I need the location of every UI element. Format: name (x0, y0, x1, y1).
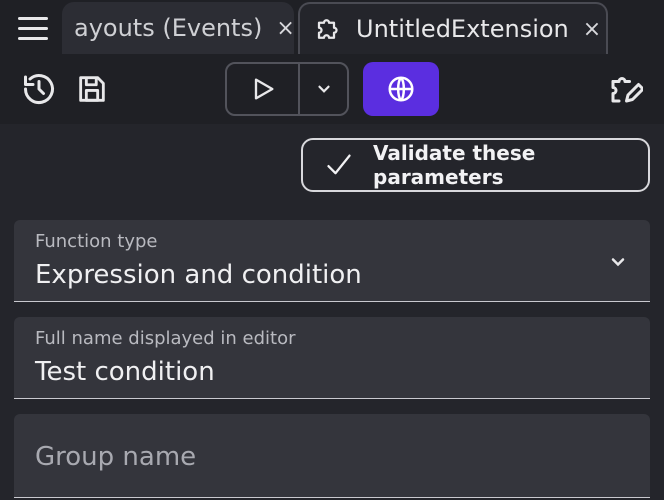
function-type-select[interactable]: Function type Expression and condition (14, 220, 650, 302)
close-icon[interactable]: × (276, 16, 294, 41)
app-root: ayouts (Events) × UntitledExtension × Va… (0, 0, 664, 500)
tab-label: ayouts (Events) (74, 14, 263, 42)
tab-bar: ayouts (Events) × UntitledExtension × (0, 0, 664, 54)
run-button-group (225, 62, 349, 116)
full-name-label: Full name displayed in editor (35, 328, 296, 349)
edit-icon[interactable] (606, 70, 644, 108)
check-icon (325, 151, 353, 179)
hamburger-menu-icon[interactable] (18, 10, 60, 46)
tab-label: UntitledExtension (356, 15, 569, 43)
close-icon[interactable]: × (583, 17, 601, 42)
save-icon[interactable] (73, 70, 111, 108)
play-dropdown-button[interactable] (300, 64, 347, 114)
network-preview-button[interactable] (363, 62, 439, 116)
puzzle-piece-icon (314, 14, 344, 44)
play-icon (254, 78, 273, 100)
toolbar (0, 54, 664, 124)
history-icon[interactable] (20, 70, 58, 108)
tab-layouts-events[interactable]: ayouts (Events) × (62, 2, 294, 54)
validate-parameters-button[interactable]: Validate these parameters (301, 138, 650, 192)
group-name-placeholder: Group name (35, 442, 197, 472)
chevron-down-icon (317, 85, 330, 93)
tab-untitled-extension[interactable]: UntitledExtension × (298, 2, 608, 54)
validate-button-label: Validate these parameters (373, 141, 536, 189)
full-name-value: Test condition (35, 357, 215, 387)
function-type-value: Expression and condition (35, 260, 362, 290)
chevron-down-icon (608, 252, 628, 276)
group-name-field[interactable]: Group name (14, 414, 650, 498)
play-button[interactable] (227, 64, 300, 114)
full-name-field[interactable]: Full name displayed in editor Test condi… (14, 317, 650, 399)
globe-icon (388, 76, 414, 102)
function-type-label: Function type (35, 231, 158, 252)
